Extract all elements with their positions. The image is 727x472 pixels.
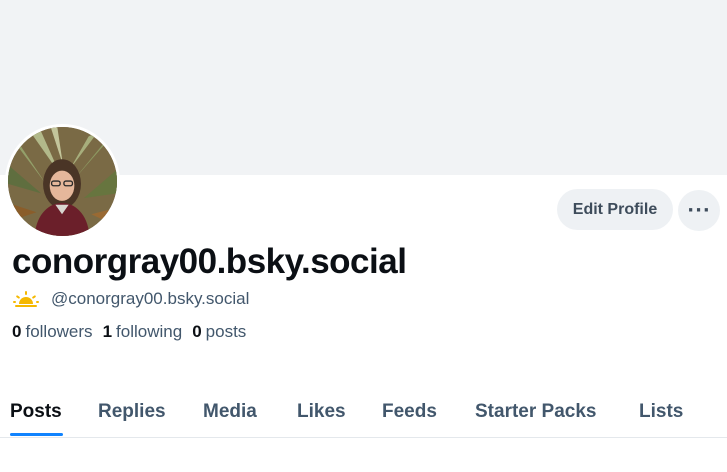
sun-icon — [13, 291, 39, 307]
profile-page: Edit Profile ··· conorgray00.bsky.social… — [0, 0, 727, 472]
followers-count: 0 — [12, 322, 22, 341]
tab-starter-packs[interactable]: Starter Packs — [475, 385, 596, 438]
posts-stat: 0 posts — [192, 322, 246, 342]
profile-tabs: Posts Replies Media Likes Feeds Starter … — [0, 385, 727, 438]
handle: @conorgray00.bsky.social — [51, 289, 250, 308]
tab-media[interactable]: Media — [203, 385, 257, 438]
tab-feeds[interactable]: Feeds — [382, 385, 437, 438]
posts-count: 0 — [192, 322, 202, 341]
profile-stats: 0 followers 1 following 0 posts — [12, 321, 246, 343]
tab-likes[interactable]: Likes — [297, 385, 346, 438]
followers-link[interactable]: 0 followers — [12, 322, 93, 342]
following-count: 1 — [102, 322, 113, 341]
handle-row: @conorgray00.bsky.social — [13, 288, 249, 310]
tab-lists[interactable]: Lists — [639, 385, 683, 438]
following-link[interactable]: 1 following — [103, 322, 183, 342]
display-name: conorgray00.bsky.social — [12, 242, 407, 281]
more-options-button[interactable]: ··· — [678, 190, 720, 231]
avatar[interactable] — [5, 124, 120, 239]
more-icon: ··· — [687, 200, 711, 221]
following-label: following — [116, 322, 183, 341]
avatar-image — [8, 127, 117, 236]
tab-posts[interactable]: Posts — [10, 385, 62, 438]
followers-label: followers — [25, 322, 93, 341]
tab-replies[interactable]: Replies — [98, 385, 166, 438]
posts-label: posts — [205, 322, 247, 341]
edit-profile-button[interactable]: Edit Profile — [557, 189, 673, 230]
active-tab-indicator — [10, 433, 63, 436]
